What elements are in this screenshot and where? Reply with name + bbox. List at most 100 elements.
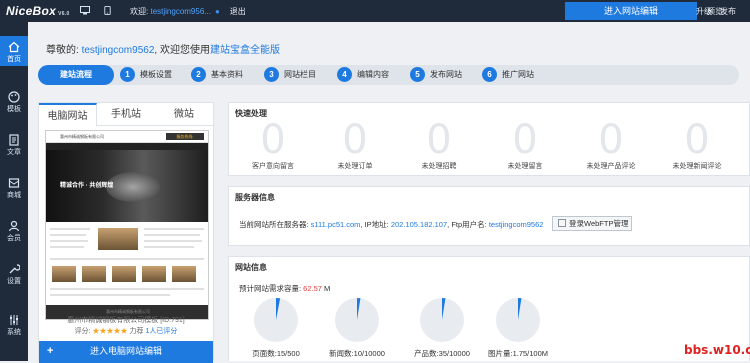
server-host: s111.pc51.com	[310, 220, 361, 229]
step-number: 5	[410, 67, 425, 82]
thumb-banner-text: 精诚合作 · 共创辉煌	[60, 183, 114, 189]
webftp-label: 登录WebFTP管理	[569, 219, 629, 228]
welcome-prefix: 欢迎:	[130, 7, 149, 16]
watermark: bbs.w10.cn	[684, 343, 750, 357]
quick-item-product-comments[interactable]: 0 未处理产品评论	[571, 119, 651, 171]
capacity-value: 62.57	[303, 284, 322, 293]
step-content[interactable]: 4 编辑内容	[337, 67, 389, 83]
tab-pc-site[interactable]: 电脑网站	[39, 103, 97, 126]
quick-item-orders[interactable]: 0 未处理订单	[315, 119, 395, 171]
desktop-icon[interactable]	[80, 6, 90, 15]
greeting-prefix: 尊敬的:	[46, 45, 82, 56]
thumb-header: 惠州市精诚钢板有限公司 服务热线:	[46, 131, 208, 143]
thumb-nav	[46, 143, 208, 150]
quick-item-inquiry[interactable]: 0 客户意向留言	[233, 119, 313, 171]
step-columns[interactable]: 3 网站栏目	[264, 67, 316, 83]
step-number: 4	[337, 67, 352, 82]
pages-count-label: 页面数:15/500	[252, 349, 300, 358]
capacity-label: 预计网站需求容量:	[239, 284, 304, 293]
sidebar-item-label: 模板	[7, 106, 21, 113]
server-details: 当前网站所在服务器: s111.pc51.com, IP地址: 202.105.…	[239, 219, 543, 230]
sidebar-item-label: 会员	[7, 235, 21, 242]
sidebar-item-home[interactable]: 首页	[0, 36, 28, 66]
home-icon	[8, 41, 20, 53]
logo-version: V6.0	[58, 11, 70, 17]
step-template[interactable]: 1 模板设置	[120, 67, 172, 83]
template-panel: 电脑网站 手机站 微站 惠州市精诚钢板有限公司 服务热线: 精诚合作 · 共创辉…	[38, 102, 214, 363]
products-count-label: 产品数:35/10000	[414, 349, 470, 358]
quick-label: 未处理产品评论	[586, 163, 636, 170]
rating-stars: ★★★★★	[92, 328, 128, 335]
welcome-text: 欢迎: testjingcom956... ● 退出	[130, 6, 246, 17]
sidebar-item-settings[interactable]: 设置	[0, 258, 28, 288]
logo-text: NiceBox	[6, 4, 57, 18]
sidebar-item-mall[interactable]: 商城	[0, 172, 28, 202]
step-label: 基本资料	[211, 70, 243, 79]
quick-label: 未处理留言	[507, 163, 543, 170]
product-link[interactable]: 建站宝盒全能版	[210, 45, 280, 56]
quick-item-news-comments[interactable]: 0 未处理新闻评论	[657, 119, 737, 171]
server-label: 当前网站所在服务器:	[239, 220, 311, 229]
step-label: 网站栏目	[284, 70, 316, 79]
sidebar-item-label: 首页	[7, 56, 21, 63]
sidebar-item-system[interactable]: 系统	[0, 309, 28, 339]
edit-site-button[interactable]: 进入网站编辑	[565, 2, 697, 20]
step-basic-info[interactable]: 2 基本资料	[191, 67, 243, 83]
logout-link[interactable]: 退出	[230, 7, 246, 16]
template-thumbnail[interactable]: 惠州市精诚钢板有限公司 服务热线: 精诚合作 · 共创辉煌 惠州市精诚钢板有限公…	[45, 130, 209, 320]
top-bar: NiceBox V6.0 欢迎: testjingcom956... ● 退出 进入网…	[0, 0, 750, 22]
tab-mobile-site[interactable]: 手机站	[97, 103, 155, 126]
step-number: 3	[264, 67, 279, 82]
step-label: 发布网站	[430, 70, 462, 79]
step-number: 6	[482, 67, 497, 82]
quick-label: 未处理订单	[337, 163, 373, 170]
preview-link[interactable]: 预览	[707, 6, 723, 17]
quick-count: 0	[260, 117, 286, 163]
greeting-username[interactable]: testjingcom9562	[82, 45, 155, 56]
mall-icon	[8, 178, 20, 188]
palette-icon	[8, 91, 20, 103]
quick-count: 0	[598, 117, 624, 163]
capacity-unit: M	[321, 284, 331, 293]
step-number: 2	[191, 67, 206, 82]
server-info-title: 服务器信息	[235, 193, 275, 202]
step-promote[interactable]: 6 推广网站	[482, 67, 534, 83]
quick-count: 0	[512, 117, 538, 163]
sidebar-item-label: 系统	[7, 329, 21, 336]
edit-pc-site-button[interactable]: + 进入电脑网站编辑	[39, 341, 213, 363]
edit-pc-site-label: 进入电脑网站编辑	[89, 346, 162, 356]
images-size-label: 图片量:1.75/100M	[487, 349, 549, 358]
username-link[interactable]: testjingcom956...	[150, 7, 210, 16]
ftp-label: , Ftp用户名:	[447, 220, 489, 229]
sidebar-item-label: 商城	[7, 192, 21, 199]
quick-item-messages[interactable]: 0 未处理留言	[485, 119, 565, 171]
wrench-icon	[9, 264, 20, 274]
rating-count: 1人已评分	[145, 328, 178, 335]
dot-separator: ●	[214, 7, 220, 16]
step-current[interactable]: 建站流程	[38, 65, 114, 85]
sidebar-item-template[interactable]: 模板	[0, 86, 28, 116]
quick-item-jobs[interactable]: 0 未处理招聘	[399, 119, 479, 171]
rating-score: 力荐	[129, 328, 144, 335]
quick-label: 未处理新闻评论	[672, 163, 722, 170]
sidebar-item-label: 文章	[7, 149, 21, 156]
logo[interactable]: NiceBox V6.0	[6, 4, 70, 18]
website-info-panel: 网站信息 预计网站需求容量: 62.57 M 页面数:15/500 新闻数:10…	[228, 256, 750, 361]
website-info-title: 网站信息	[235, 263, 267, 272]
sidebar-item-member[interactable]: 会员	[0, 215, 28, 245]
thumb-logo: 惠州市精诚钢板有限公司	[60, 134, 104, 139]
step-publish[interactable]: 5 发布网站	[410, 67, 462, 83]
template-name: 惠州市精诚钢板有限公司模板 [ID:791]	[67, 317, 185, 324]
tab-micro-site[interactable]: 微站	[155, 103, 213, 126]
pie-pages	[254, 298, 298, 342]
webftp-login-button[interactable]: 登录WebFTP管理	[552, 216, 632, 231]
step-label: 推广网站	[502, 70, 534, 79]
ip-label: , IP地址:	[360, 220, 391, 229]
thumb-banner: 精诚合作 · 共创辉煌	[46, 150, 208, 222]
sidebar-item-article[interactable]: 文章	[0, 129, 28, 159]
sidebar-item-label: 设置	[7, 278, 21, 285]
mobile-icon[interactable]	[104, 6, 111, 15]
quick-label: 客户意向留言	[252, 163, 294, 170]
site-type-tabs: 电脑网站 手机站 微站	[39, 103, 213, 126]
thumb-hotline: 服务热线:	[166, 133, 204, 140]
